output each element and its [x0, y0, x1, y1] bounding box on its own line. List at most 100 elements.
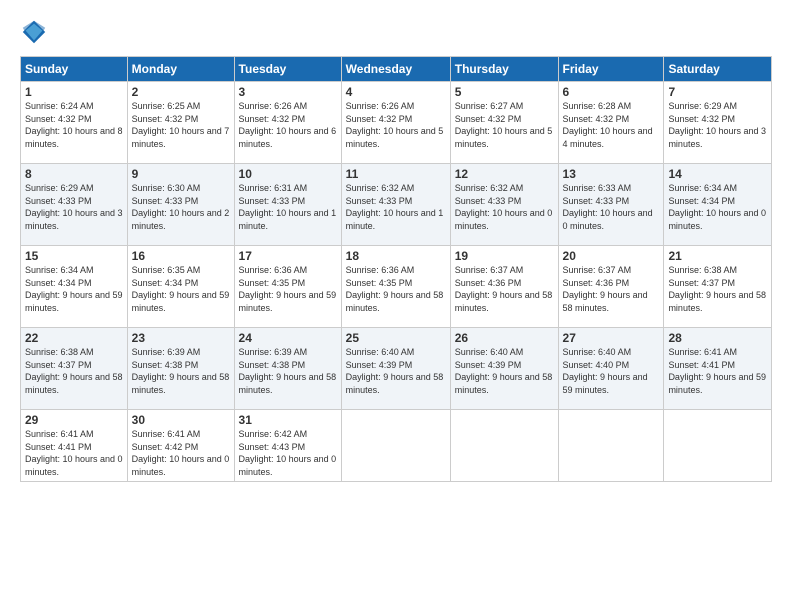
day-info: Sunrise: 6:24 AMSunset: 4:32 PMDaylight:… [25, 101, 123, 149]
calendar-cell: 27 Sunrise: 6:40 AMSunset: 4:40 PMDayligh… [558, 328, 664, 410]
calendar-cell: 26 Sunrise: 6:40 AMSunset: 4:39 PMDayligh… [450, 328, 558, 410]
calendar-cell: 30 Sunrise: 6:41 AMSunset: 4:42 PMDayligh… [127, 410, 234, 482]
day-number: 27 [563, 331, 660, 345]
day-number: 12 [455, 167, 554, 181]
calendar-cell: 11 Sunrise: 6:32 AMSunset: 4:33 PMDayligh… [341, 164, 450, 246]
day-info: Sunrise: 6:40 AMSunset: 4:39 PMDaylight:… [346, 347, 444, 395]
weekday-header: Tuesday [234, 57, 341, 82]
day-number: 29 [25, 413, 123, 427]
calendar-header-row: SundayMondayTuesdayWednesdayThursdayFrid… [21, 57, 772, 82]
day-number: 8 [25, 167, 123, 181]
day-number: 17 [239, 249, 337, 263]
day-number: 11 [346, 167, 446, 181]
day-number: 21 [668, 249, 767, 263]
day-number: 13 [563, 167, 660, 181]
day-info: Sunrise: 6:41 AMSunset: 4:41 PMDaylight:… [25, 429, 123, 477]
logo-icon [20, 18, 48, 46]
day-info: Sunrise: 6:26 AMSunset: 4:32 PMDaylight:… [346, 101, 444, 149]
day-number: 23 [132, 331, 230, 345]
calendar-cell: 15Sunrise: 6:34 AMSunset: 4:34 PMDayligh… [21, 246, 128, 328]
day-info: Sunrise: 6:34 AMSunset: 4:34 PMDaylight:… [668, 183, 766, 231]
day-number: 10 [239, 167, 337, 181]
calendar-cell: 28Sunrise: 6:41 AMSunset: 4:41 PMDayligh… [664, 328, 772, 410]
day-info: Sunrise: 6:37 AMSunset: 4:36 PMDaylight:… [455, 265, 553, 313]
calendar-cell: 22 Sunrise: 6:38 AMSunset: 4:37 PMDayligh… [21, 328, 128, 410]
calendar-cell: 4 Sunrise: 6:26 AMSunset: 4:32 PMDaylight… [341, 82, 450, 164]
day-number: 15 [25, 249, 123, 263]
day-info: Sunrise: 6:36 AMSunset: 4:35 PMDaylight:… [239, 265, 337, 313]
calendar-cell: 2 Sunrise: 6:25 AMSunset: 4:32 PMDaylight… [127, 82, 234, 164]
day-info: Sunrise: 6:41 AMSunset: 4:41 PMDaylight:… [668, 347, 766, 395]
day-info: Sunrise: 6:38 AMSunset: 4:37 PMDaylight:… [668, 265, 766, 313]
day-info: Sunrise: 6:42 AMSunset: 4:43 PMDaylight:… [239, 429, 337, 477]
day-number: 22 [25, 331, 123, 345]
day-number: 2 [132, 85, 230, 99]
logo [20, 18, 52, 46]
day-info: Sunrise: 6:33 AMSunset: 4:33 PMDaylight:… [563, 183, 653, 231]
day-info: Sunrise: 6:25 AMSunset: 4:32 PMDaylight:… [132, 101, 230, 149]
day-number: 14 [668, 167, 767, 181]
calendar-cell: 23 Sunrise: 6:39 AMSunset: 4:38 PMDayligh… [127, 328, 234, 410]
calendar-cell: 7Sunrise: 6:29 AMSunset: 4:32 PMDaylight… [664, 82, 772, 164]
day-number: 9 [132, 167, 230, 181]
day-info: Sunrise: 6:32 AMSunset: 4:33 PMDaylight:… [346, 183, 444, 231]
weekday-header: Friday [558, 57, 664, 82]
day-number: 3 [239, 85, 337, 99]
day-number: 5 [455, 85, 554, 99]
calendar-cell: 8 Sunrise: 6:29 AMSunset: 4:33 PMDaylight… [21, 164, 128, 246]
day-info: Sunrise: 6:39 AMSunset: 4:38 PMDaylight:… [132, 347, 230, 395]
day-info: Sunrise: 6:38 AMSunset: 4:37 PMDaylight:… [25, 347, 123, 395]
calendar-cell: 24Sunrise: 6:39 AMSunset: 4:38 PMDayligh… [234, 328, 341, 410]
header [20, 18, 772, 46]
calendar-cell: 21 Sunrise: 6:38 AMSunset: 4:37 PMDayligh… [664, 246, 772, 328]
day-number: 26 [455, 331, 554, 345]
weekday-header: Wednesday [341, 57, 450, 82]
calendar-cell: 10 Sunrise: 6:31 AMSunset: 4:33 PMDayligh… [234, 164, 341, 246]
calendar-cell: 29 Sunrise: 6:41 AMSunset: 4:41 PMDayligh… [21, 410, 128, 482]
day-info: Sunrise: 6:35 AMSunset: 4:34 PMDaylight:… [132, 265, 230, 313]
calendar-cell: 17 Sunrise: 6:36 AMSunset: 4:35 PMDayligh… [234, 246, 341, 328]
calendar-cell [558, 410, 664, 482]
calendar-cell: 31Sunrise: 6:42 AMSunset: 4:43 PMDayligh… [234, 410, 341, 482]
calendar-cell: 19 Sunrise: 6:37 AMSunset: 4:36 PMDayligh… [450, 246, 558, 328]
calendar-cell: 18 Sunrise: 6:36 AMSunset: 4:35 PMDayligh… [341, 246, 450, 328]
calendar-cell: 6 Sunrise: 6:28 AMSunset: 4:32 PMDaylight… [558, 82, 664, 164]
day-number: 18 [346, 249, 446, 263]
calendar-cell: 1 Sunrise: 6:24 AMSunset: 4:32 PMDaylight… [21, 82, 128, 164]
day-number: 4 [346, 85, 446, 99]
calendar-cell [341, 410, 450, 482]
calendar-cell: 3 Sunrise: 6:26 AMSunset: 4:32 PMDaylight… [234, 82, 341, 164]
weekday-header: Thursday [450, 57, 558, 82]
day-info: Sunrise: 6:29 AMSunset: 4:32 PMDaylight:… [668, 101, 766, 149]
day-info: Sunrise: 6:29 AMSunset: 4:33 PMDaylight:… [25, 183, 123, 231]
day-number: 20 [563, 249, 660, 263]
day-info: Sunrise: 6:36 AMSunset: 4:35 PMDaylight:… [346, 265, 444, 313]
calendar-cell: 13 Sunrise: 6:33 AMSunset: 4:33 PMDayligh… [558, 164, 664, 246]
day-info: Sunrise: 6:32 AMSunset: 4:33 PMDaylight:… [455, 183, 553, 231]
calendar-cell: 9Sunrise: 6:30 AMSunset: 4:33 PMDaylight… [127, 164, 234, 246]
day-info: Sunrise: 6:40 AMSunset: 4:40 PMDaylight:… [563, 347, 648, 395]
calendar-cell: 16 Sunrise: 6:35 AMSunset: 4:34 PMDayligh… [127, 246, 234, 328]
day-number: 16 [132, 249, 230, 263]
day-info: Sunrise: 6:27 AMSunset: 4:32 PMDaylight:… [455, 101, 553, 149]
calendar-cell [664, 410, 772, 482]
day-number: 6 [563, 85, 660, 99]
calendar-cell: 14 Sunrise: 6:34 AMSunset: 4:34 PMDayligh… [664, 164, 772, 246]
day-info: Sunrise: 6:31 AMSunset: 4:33 PMDaylight:… [239, 183, 337, 231]
calendar-cell: 25 Sunrise: 6:40 AMSunset: 4:39 PMDayligh… [341, 328, 450, 410]
day-number: 1 [25, 85, 123, 99]
day-number: 25 [346, 331, 446, 345]
day-info: Sunrise: 6:28 AMSunset: 4:32 PMDaylight:… [563, 101, 653, 149]
day-number: 19 [455, 249, 554, 263]
day-info: Sunrise: 6:37 AMSunset: 4:36 PMDaylight:… [563, 265, 648, 313]
day-info: Sunrise: 6:39 AMSunset: 4:38 PMDaylight:… [239, 347, 337, 395]
calendar-table: SundayMondayTuesdayWednesdayThursdayFrid… [20, 56, 772, 482]
day-number: 30 [132, 413, 230, 427]
day-info: Sunrise: 6:26 AMSunset: 4:32 PMDaylight:… [239, 101, 337, 149]
day-info: Sunrise: 6:40 AMSunset: 4:39 PMDaylight:… [455, 347, 553, 395]
day-info: Sunrise: 6:41 AMSunset: 4:42 PMDaylight:… [132, 429, 230, 477]
weekday-header: Monday [127, 57, 234, 82]
page: SundayMondayTuesdayWednesdayThursdayFrid… [0, 0, 792, 612]
calendar-cell: 5 Sunrise: 6:27 AMSunset: 4:32 PMDaylight… [450, 82, 558, 164]
calendar-cell [450, 410, 558, 482]
